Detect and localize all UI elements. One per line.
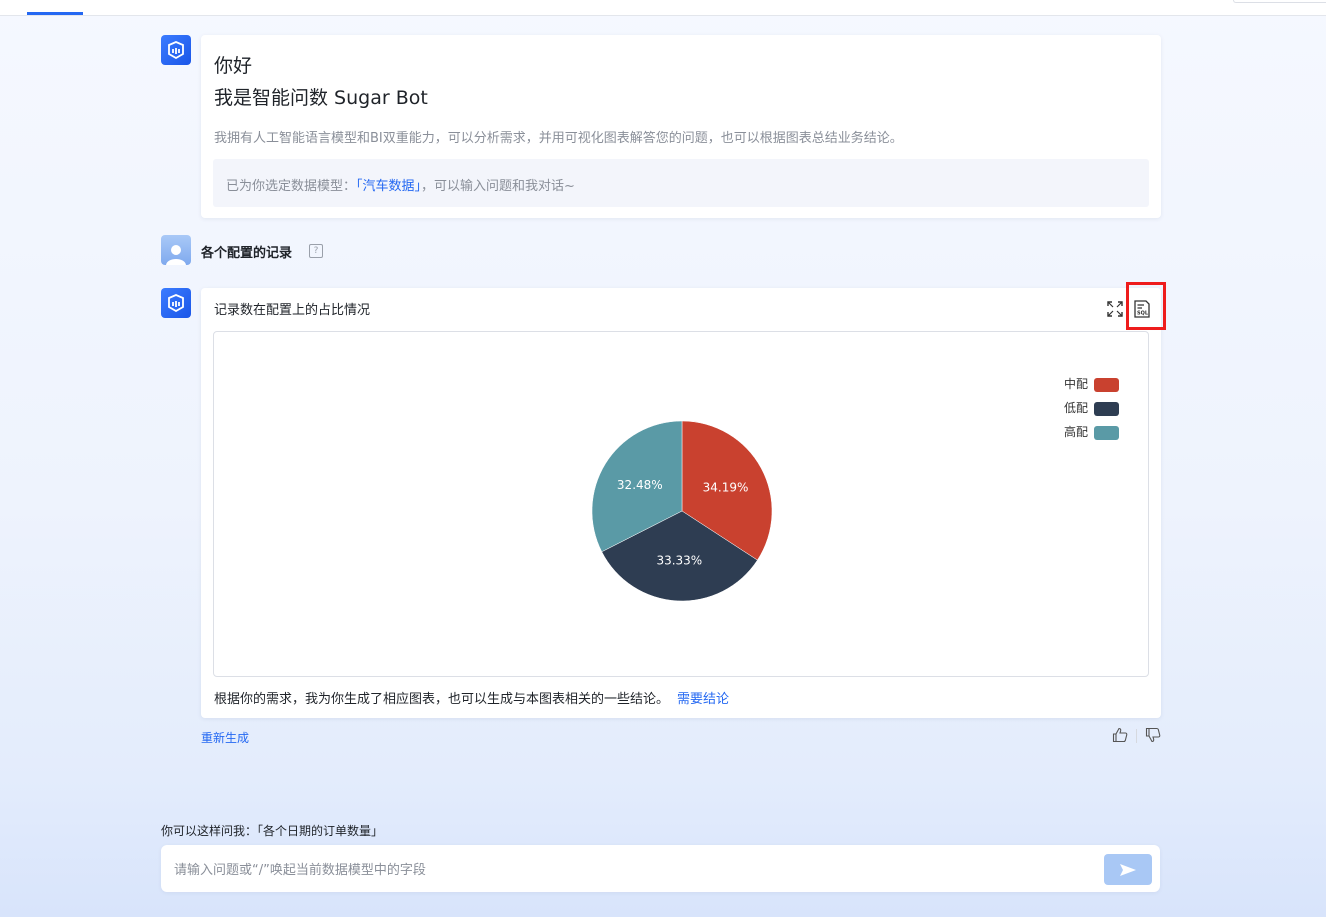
need-conclusion-link[interactable]: 需要结论 bbox=[677, 692, 729, 707]
legend-swatch-2[interactable] bbox=[1094, 426, 1119, 440]
pie-label-2: 32.48% bbox=[617, 478, 663, 492]
bot-logo-icon bbox=[161, 288, 191, 318]
data-model-notice: 已为你选定数据模型：「汽车数据」，可以输入问题和我对话~ bbox=[213, 159, 1149, 207]
send-icon bbox=[1120, 863, 1136, 876]
chart-footer-text: 根据你的需求，我为你生成了相应图表，也可以生成与本图表相关的一些结论。 bbox=[214, 692, 670, 707]
legend-label-0: 中配 bbox=[1064, 376, 1088, 391]
suggested-question[interactable]: 你可以这样问我：「各个日期的订单数量」 bbox=[161, 822, 383, 839]
bot-logo-icon bbox=[161, 35, 191, 65]
user-question-text: 各个配置的记录 bbox=[201, 246, 293, 261]
pie-chart: 34.19% 33.33% 32.48% 中配低配高配 bbox=[591, 376, 1119, 602]
action-divider bbox=[1136, 729, 1137, 743]
legend-swatch-1[interactable] bbox=[1094, 402, 1119, 416]
greeting-card: 你好 我是智能问数 Sugar Bot 我拥有人工智能语言模型和BI双重能力，可… bbox=[201, 35, 1161, 218]
chart-answer-card: 记录数在配置上的占比情况 SQL 34.19% 33.33% 32.48% 中配 低配高… bbox=[201, 282, 1166, 718]
greeting-title: 你好 bbox=[214, 55, 253, 77]
pie-label-0: 34.19% bbox=[703, 480, 749, 494]
question-input[interactable] bbox=[172, 858, 1076, 882]
active-tab-indicator bbox=[27, 12, 83, 15]
edit-square-icon[interactable]: ? bbox=[309, 244, 323, 258]
legend-label-2: 高配 bbox=[1064, 424, 1088, 439]
regenerate-button[interactable]: 重新生成 bbox=[201, 729, 249, 746]
thumbs-down-icon[interactable] bbox=[1145, 727, 1161, 743]
greeting-subtitle: 我是智能问数 Sugar Bot bbox=[214, 87, 428, 109]
legend-label-1: 低配 bbox=[1064, 401, 1088, 415]
model-prefix: 已为你选定数据模型： bbox=[226, 179, 357, 194]
pie-label-1: 33.33% bbox=[656, 553, 702, 567]
question-input-box bbox=[161, 845, 1160, 892]
greeting-description: 我拥有人工智能语言模型和BI双重能力，可以分析需求，并用可视化图表解答您的问题，… bbox=[214, 131, 903, 146]
chart-area: 34.19% 33.33% 32.48% 中配低配高配 bbox=[213, 331, 1149, 677]
legend-swatch-0[interactable] bbox=[1094, 378, 1119, 392]
chart-footer: 根据你的需求，我为你生成了相应图表，也可以生成与本图表相关的一些结论。 需要结论 bbox=[214, 688, 729, 707]
top-nav-bar bbox=[0, 0, 1326, 16]
data-model-link[interactable]: 「汽车数据」 bbox=[356, 179, 421, 194]
chart-card-title: 记录数在配置上的占比情况 bbox=[214, 303, 371, 318]
expand-icon[interactable] bbox=[1107, 301, 1123, 317]
sql-button-highlight bbox=[1126, 282, 1166, 330]
model-suffix: ，可以输入问题和我对话~ bbox=[421, 179, 575, 194]
thumbs-up-icon[interactable] bbox=[1112, 727, 1128, 743]
top-right-control[interactable] bbox=[1233, 0, 1326, 3]
user-avatar bbox=[161, 235, 191, 265]
send-button[interactable] bbox=[1104, 854, 1152, 885]
